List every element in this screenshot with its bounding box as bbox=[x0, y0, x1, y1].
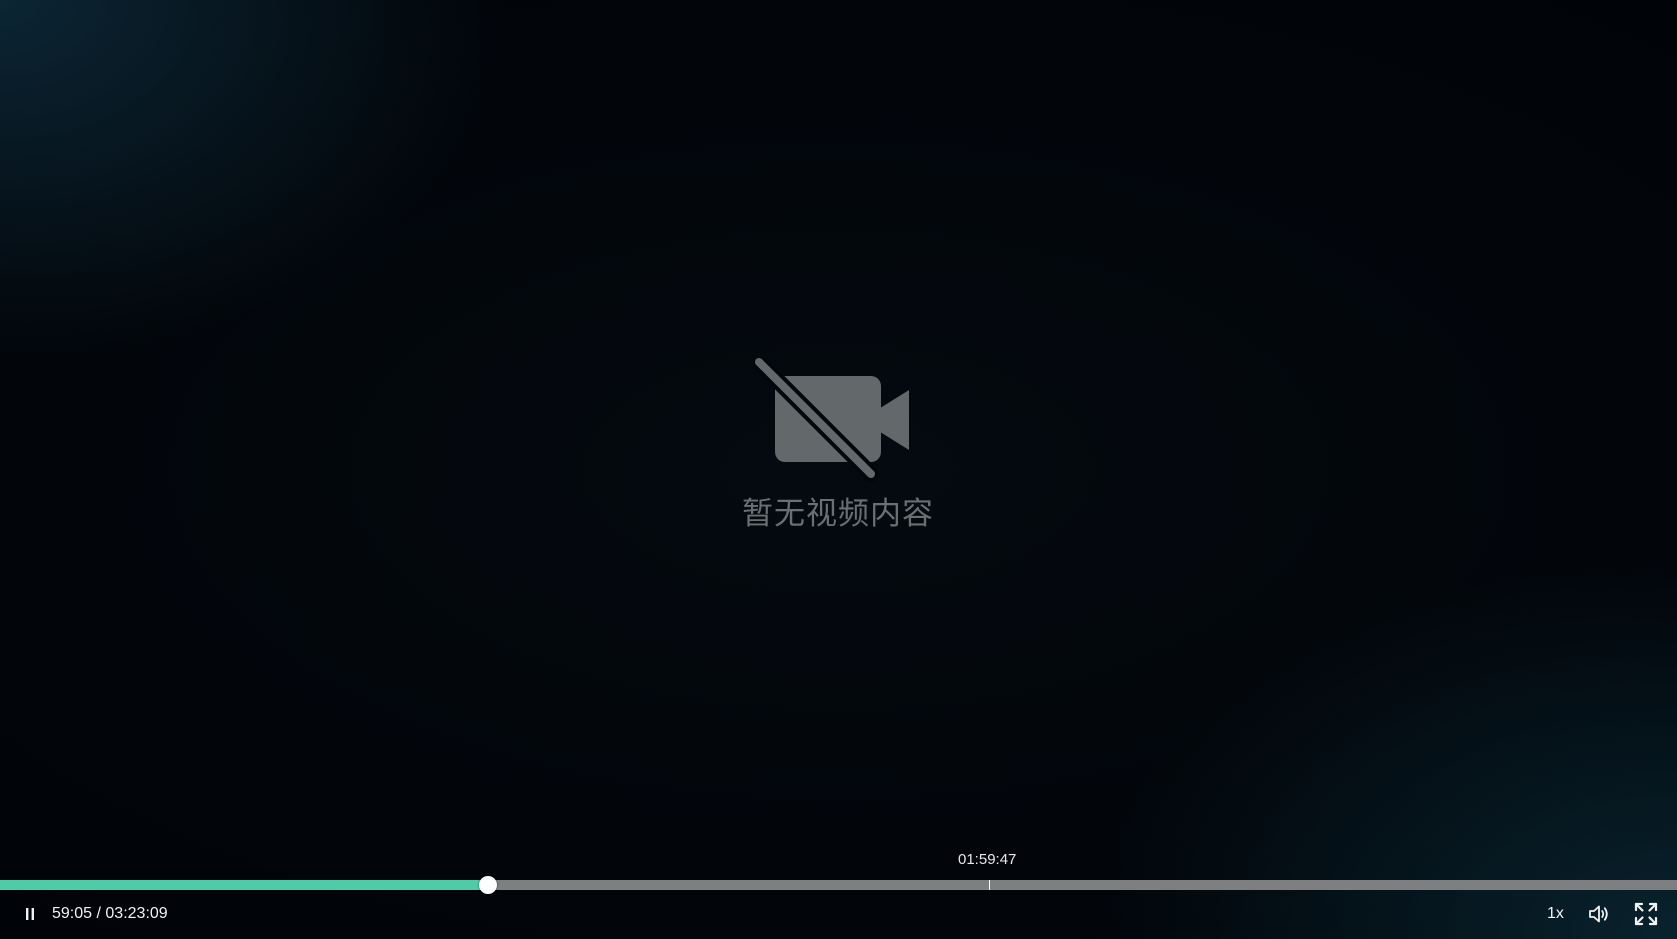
hover-position-marker bbox=[989, 880, 990, 890]
empty-state: 暂无视频内容 bbox=[738, 358, 938, 533]
playback-speed-button[interactable]: 1x bbox=[1547, 905, 1564, 923]
video-off-icon bbox=[753, 358, 909, 482]
volume-button[interactable] bbox=[1587, 902, 1611, 926]
control-bar: 59:05 / 03:23:09 1x bbox=[0, 890, 1677, 939]
current-time: 59:05 bbox=[52, 905, 93, 922]
video-area[interactable]: 暂无视频内容 bbox=[0, 0, 1677, 876]
fullscreen-icon bbox=[1634, 902, 1658, 926]
pause-icon bbox=[26, 908, 34, 920]
time-display: 59:05 / 03:23:09 bbox=[52, 905, 168, 923]
empty-message: 暂无视频内容 bbox=[742, 496, 934, 532]
hover-time-tooltip: 01:59:47 bbox=[958, 851, 1017, 868]
time-separator: / bbox=[96, 905, 101, 922]
video-player: 暂无视频内容 01:59:47 59:05 / 03:23:09 1x bbox=[0, 0, 1677, 939]
fullscreen-button[interactable] bbox=[1634, 902, 1658, 926]
progress-played bbox=[0, 880, 488, 890]
progress-bar[interactable] bbox=[0, 876, 1677, 894]
total-duration: 03:23:09 bbox=[105, 905, 168, 922]
play-pause-button[interactable] bbox=[22, 904, 38, 924]
volume-icon bbox=[1589, 905, 1608, 923]
